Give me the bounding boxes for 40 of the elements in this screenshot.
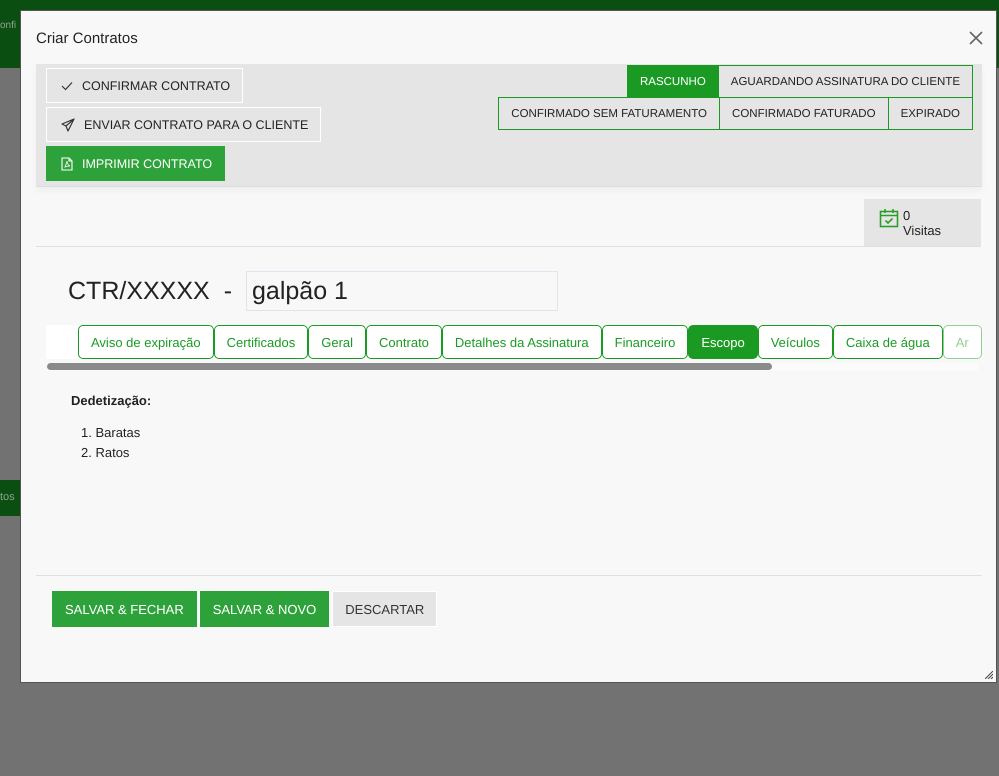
dialog-title: Criar Contratos [36, 30, 138, 46]
footer-button[interactable]: DESCARTAR [332, 591, 438, 627]
separator-text: - [224, 276, 232, 306]
tab[interactable]: Escopo [688, 325, 758, 359]
resize-grip-icon[interactable] [985, 671, 993, 679]
scrollbar-thumb[interactable] [47, 363, 772, 370]
paper-plane-icon [61, 118, 75, 132]
list-number: 2. [81, 445, 92, 460]
tab[interactable]: Financeiro [602, 325, 688, 359]
visits-count: 0 [903, 208, 912, 223]
list-number: 1. [81, 425, 92, 440]
visits-label: Visitas [903, 223, 942, 238]
list-item: Baratas [95, 425, 140, 440]
pdf-file-icon [61, 156, 73, 170]
list-item: Ratos [95, 445, 130, 460]
footer-button[interactable]: SALVAR & FECHAR [52, 591, 197, 627]
check-icon [61, 80, 73, 90]
tab[interactable]: Veículos [758, 325, 833, 359]
contract-code: CTR/XXXXX [68, 276, 210, 306]
header-text: onfi [0, 20, 16, 31]
action-button[interactable]: IMPRIMIR CONTRATO [46, 146, 226, 181]
tab[interactable]: Contrato [366, 325, 442, 359]
tab[interactable]: Geral [308, 325, 366, 359]
tab[interactable]: Caixa de água [832, 325, 943, 359]
calendar-check-icon [879, 208, 899, 228]
action-button[interactable]: ENVIAR CONTRATO PARA O CLIENTE [46, 107, 322, 142]
section-text: tos [0, 491, 15, 503]
name-field[interactable]: galpão 1 [246, 271, 558, 311]
status-button[interactable]: AGUARDANDO ASSINATURA DO CLIENTE [718, 65, 973, 98]
tab[interactable]: Certificados [214, 325, 308, 359]
tab[interactable]: Aviso de expiração [78, 325, 214, 359]
scope-heading: Dedetização: [71, 393, 152, 408]
tab[interactable]: Detalhes da Assinatura [442, 325, 602, 359]
status-button[interactable]: RASCUNHO [626, 65, 719, 98]
action-button[interactable]: CONFIRMAR CONTRATO [46, 68, 244, 103]
close-icon [968, 30, 984, 46]
footer-button[interactable]: SALVAR & NOVO [200, 591, 330, 627]
close-button[interactable] [968, 30, 984, 46]
status-button[interactable]: EXPIRADO [888, 97, 973, 130]
status-button[interactable]: CONFIRMADO SEM FATURAMENTO [498, 97, 720, 130]
